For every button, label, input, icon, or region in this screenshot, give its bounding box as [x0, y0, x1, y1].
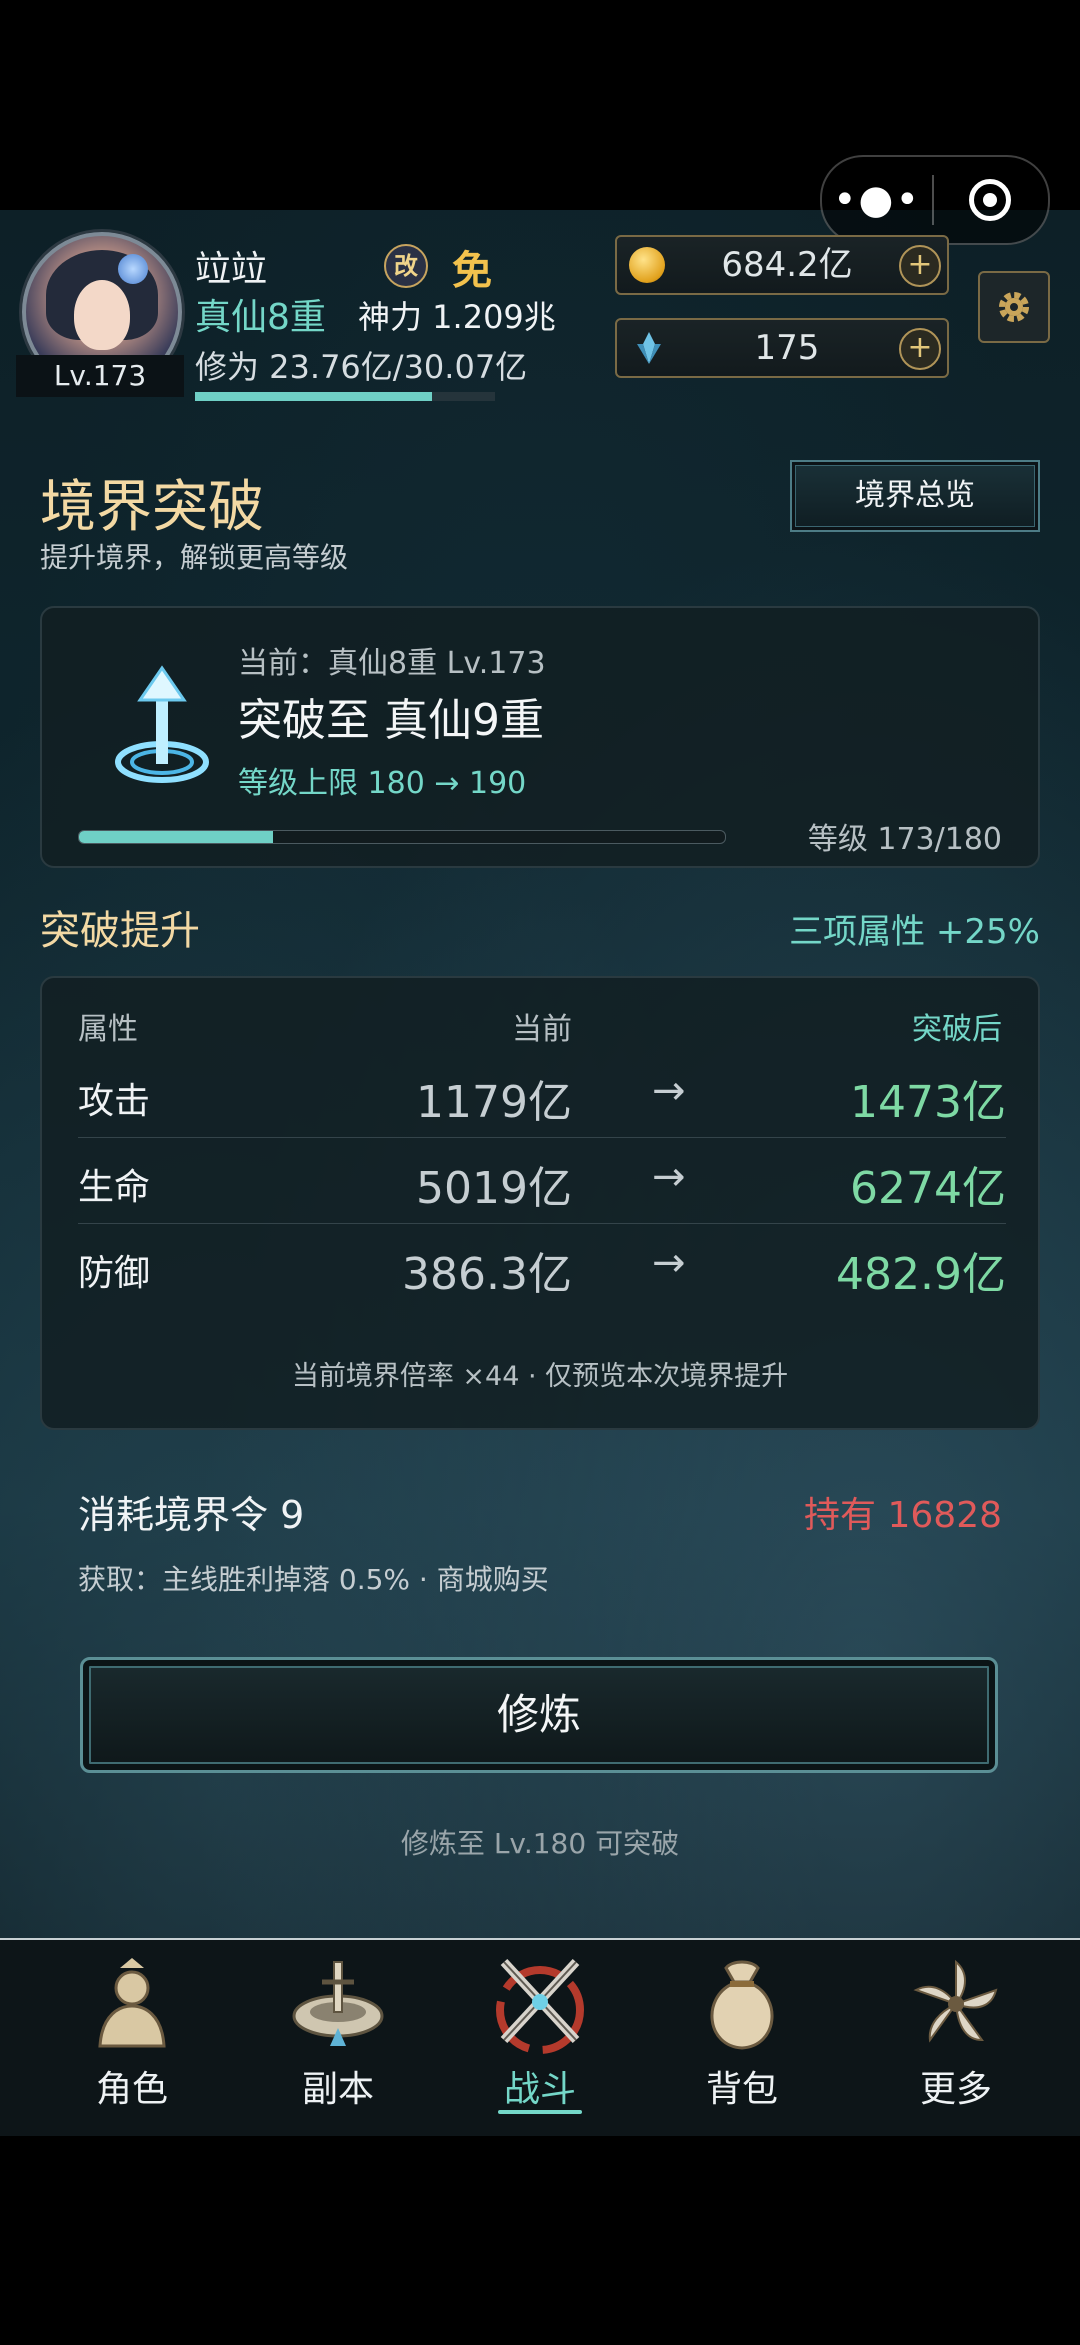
active-tab-indicator [498, 2110, 582, 2114]
more-icon [913, 1959, 998, 2043]
consume-token-text: 消耗境界令 9 [78, 1493, 305, 1537]
nav-item-dungeon[interactable]: 副本 [230, 1940, 446, 2136]
gold-value: 684.2亿 [721, 245, 853, 285]
boost-summary: 三项属性 +25% [789, 912, 1040, 952]
current-realm: 当前：真仙8重 Lv.173 [238, 646, 546, 681]
page-title: 境界突破 [40, 475, 264, 540]
app-screen: •●• Lv.173 竝竝 改 免 真仙8重 神力 1.209兆 修为 23.7… [0, 0, 1080, 2345]
obtain-info: 获取：主线胜利掉落 0.5% · 商城购买 [78, 1563, 549, 1596]
boost-section-title: 突破提升 [40, 908, 200, 954]
nav-item-bag[interactable]: 背包 [634, 1940, 850, 2136]
crystal-value: 175 [754, 328, 820, 368]
rename-badge[interactable]: 改 [384, 244, 428, 288]
level-progress-bar [78, 830, 726, 844]
level-progress-text: 等级 173/180 [807, 822, 1002, 857]
dungeon-icon [292, 1961, 384, 2046]
attr-after: 482.9亿 [836, 1249, 1006, 1300]
nav-label: 角色 [95, 2069, 168, 2110]
target-realm: 突破至 真仙9重 [238, 695, 544, 746]
breakthrough-arrow-icon [115, 665, 209, 783]
nav-item-more[interactable]: 更多 [848, 1940, 1064, 2136]
held-token-count: 持有 16828 [804, 1495, 1002, 1536]
cultivation-progress-bar [195, 392, 495, 401]
attribute-card: 属性 当前 突破后 攻击 1179亿 → 1473亿 生命 5019亿 → 62… [40, 976, 1040, 1430]
table-row: 防御 386.3亿 → 482.9亿 [78, 1224, 1006, 1310]
level-badge: Lv.173 [16, 355, 184, 397]
more-dots-icon[interactable]: •●• [822, 157, 932, 243]
miniprogram-capsule: •●• [820, 155, 1050, 245]
train-button-label: 修炼 [496, 1690, 581, 1739]
breakthrough-card: 当前：真仙8重 Lv.173 突破至 真仙9重 等级上限 180 → 190 等… [40, 606, 1040, 868]
arrow-right-icon: → [652, 1240, 686, 1286]
realm-overview-button[interactable]: 境界总览 [790, 460, 1040, 532]
header-current: 当前 [512, 1012, 572, 1047]
attr-name: 攻击 [78, 1081, 151, 1122]
nav-item-battle[interactable]: 战斗 [432, 1940, 648, 2136]
hair-flower-icon [118, 254, 148, 284]
nav-label: 战斗 [503, 2069, 576, 2110]
train-button[interactable]: 修炼 [80, 1657, 998, 1773]
attr-after: 1473亿 [850, 1077, 1006, 1128]
settings-button[interactable] [978, 271, 1050, 343]
character-icon [98, 1958, 166, 2048]
free-badge: 免 [452, 248, 492, 294]
nav-label: 副本 [301, 2069, 374, 2110]
attr-current: 5019亿 [416, 1163, 572, 1214]
add-gold-button[interactable]: + [899, 245, 941, 287]
table-row: 生命 5019亿 → 6274亿 [78, 1138, 1006, 1224]
crystal-icon [637, 332, 661, 364]
realm-label: 真仙8重 [195, 297, 326, 338]
gold-coin-icon [629, 247, 665, 283]
target-icon[interactable] [934, 179, 1046, 221]
attr-name: 生命 [78, 1167, 151, 1208]
header-attribute: 属性 [78, 1012, 138, 1047]
attr-after: 6274亿 [850, 1163, 1006, 1214]
nav-item-character[interactable]: 角色 [24, 1940, 240, 2136]
gear-icon [999, 292, 1029, 322]
bottom-nav: 角色 副本 战斗 背包 更多 [0, 1938, 1080, 2136]
nav-label: 更多 [919, 2069, 992, 2110]
divine-power: 神力 1.209兆 [358, 298, 556, 336]
attr-current: 386.3亿 [402, 1249, 572, 1300]
arrow-right-icon: → [652, 1068, 686, 1114]
table-row: 攻击 1179亿 → 1473亿 [78, 1052, 1006, 1138]
nav-label: 背包 [705, 2069, 778, 2110]
attr-name: 防御 [78, 1253, 151, 1294]
arrow-right-icon: → [652, 1154, 686, 1200]
bag-icon [710, 1960, 774, 2050]
battle-swords-icon [496, 1958, 584, 2054]
page-subtitle: 提升境界，解锁更高等级 [40, 541, 349, 574]
crystal-resource: 175 + [615, 318, 949, 378]
header-after: 突破后 [912, 1012, 1002, 1047]
preview-note: 当前境界倍率 ×44 · 仅预览本次境界提升 [291, 1361, 789, 1392]
train-hint: 修炼至 Lv.180 可突破 [400, 1827, 680, 1860]
add-crystal-button[interactable]: + [899, 328, 941, 370]
gold-resource: 684.2亿 + [615, 235, 949, 295]
attr-current: 1179亿 [416, 1077, 572, 1128]
level-cap-change: 等级上限 180 → 190 [238, 766, 527, 801]
cultivation-text: 修为 23.76亿/30.07亿 [195, 348, 528, 386]
player-name: 竝竝 [195, 249, 268, 290]
